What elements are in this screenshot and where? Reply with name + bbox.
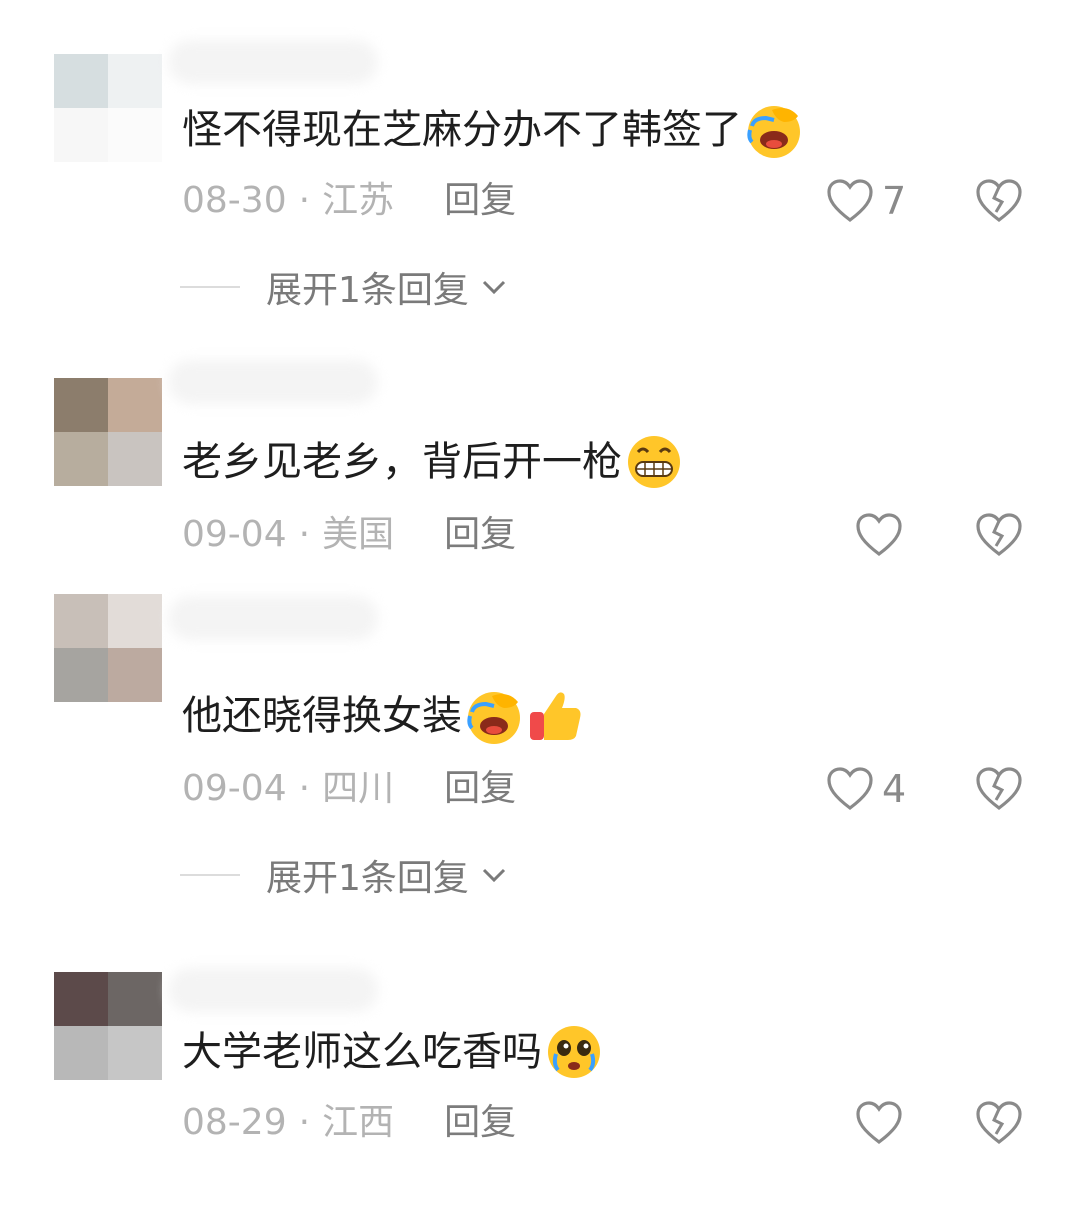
comment-body: 老乡见老乡，背后开一枪 xyxy=(182,439,622,485)
like-count: 7 xyxy=(882,179,907,223)
avatar[interactable] xyxy=(54,972,162,1080)
avatar[interactable] xyxy=(54,378,162,486)
like-count: 4 xyxy=(882,767,907,811)
separator-dot: · xyxy=(298,180,311,221)
comment-text: 老乡见老乡，背后开一枪 xyxy=(182,432,684,492)
thumbs-up-emoji xyxy=(530,692,581,740)
reply-button[interactable]: 回复 xyxy=(444,1100,516,1146)
heart-icon xyxy=(827,767,873,811)
username-blurred[interactable] xyxy=(168,596,378,640)
username-blurred[interactable] xyxy=(168,40,378,84)
broken-heart-icon[interactable] xyxy=(975,512,1023,558)
heart-icon xyxy=(856,1101,902,1145)
teary-eyed-emoji xyxy=(548,1026,600,1078)
heart-icon xyxy=(856,513,902,557)
separator-dot: · xyxy=(298,768,311,809)
like-button[interactable] xyxy=(855,1098,911,1148)
expand-replies-label: 展开1条回复 xyxy=(266,858,469,899)
like-button[interactable]: 7 xyxy=(826,176,906,226)
separator-dot: · xyxy=(298,1102,311,1143)
facepalm-crying-emoji xyxy=(467,692,520,744)
broken-heart-icon[interactable] xyxy=(975,178,1023,224)
heart-icon xyxy=(827,179,873,223)
comment-text: 他还晓得换女装 xyxy=(182,686,586,746)
comment-location: 江西 xyxy=(322,1102,395,1143)
comment-location: 美国 xyxy=(322,514,395,555)
expand-replies[interactable]: 展开1条回复 xyxy=(180,264,509,311)
expand-replies[interactable]: 展开1条回复 xyxy=(180,852,509,899)
avatar[interactable] xyxy=(54,54,162,162)
comment-meta: 09-04 · 美国 回复 xyxy=(182,512,516,558)
comment-meta: 08-29 · 江西 回复 xyxy=(182,1100,516,1146)
chevron-down-icon xyxy=(482,280,505,295)
like-button[interactable]: 4 xyxy=(826,764,906,814)
comment-date: 08-29 xyxy=(182,1102,287,1143)
broken-heart-icon[interactable] xyxy=(975,766,1023,812)
comment-body: 怪不得现在芝麻分办不了韩签了 xyxy=(182,107,742,153)
comment-date: 09-04 xyxy=(182,514,287,555)
comment-item: 怪不得现在芝麻分办不了韩签了 08-30 · 江苏 回复 7 展开1条回复 xyxy=(0,0,1080,311)
like-button[interactable] xyxy=(855,510,911,560)
separator-dot: · xyxy=(298,514,311,555)
facepalm-crying-emoji xyxy=(747,106,800,158)
comment-text: 怪不得现在芝麻分办不了韩签了 xyxy=(182,100,804,160)
comment-item: 他还晓得换女装 09-04 · 四川 回复 4 展开1条回复 xyxy=(0,590,1080,899)
comment-location: 江苏 xyxy=(322,180,395,221)
comment-item: 大学老师这么吃香吗 08-29 · 江西 回复 xyxy=(0,918,1080,1218)
comment-text: 大学老师这么吃香吗 xyxy=(182,1022,604,1082)
comment-item: 老乡见老乡，背后开一枪 09-04 · 美国 回复 xyxy=(0,330,1080,630)
grin-emoji xyxy=(628,436,680,488)
comment-body: 大学老师这么吃香吗 xyxy=(182,1029,542,1075)
reply-button[interactable]: 回复 xyxy=(444,512,516,558)
comment-date: 09-04 xyxy=(182,768,287,809)
comment-date: 08-30 xyxy=(182,180,287,221)
reply-button[interactable]: 回复 xyxy=(444,178,516,224)
username-blurred[interactable] xyxy=(168,968,378,1012)
broken-heart-icon[interactable] xyxy=(975,1100,1023,1146)
divider-line xyxy=(180,286,240,288)
avatar[interactable] xyxy=(54,594,162,702)
comment-meta: 09-04 · 四川 回复 xyxy=(182,766,516,812)
comment-body: 他还晓得换女装 xyxy=(182,693,462,739)
comment-location: 四川 xyxy=(322,768,395,809)
divider-line xyxy=(180,874,240,876)
username-blurred[interactable] xyxy=(168,360,378,404)
expand-replies-label: 展开1条回复 xyxy=(266,270,469,311)
reply-button[interactable]: 回复 xyxy=(444,766,516,812)
comment-meta: 08-30 · 江苏 回复 xyxy=(182,178,516,224)
chevron-down-icon xyxy=(482,868,505,883)
